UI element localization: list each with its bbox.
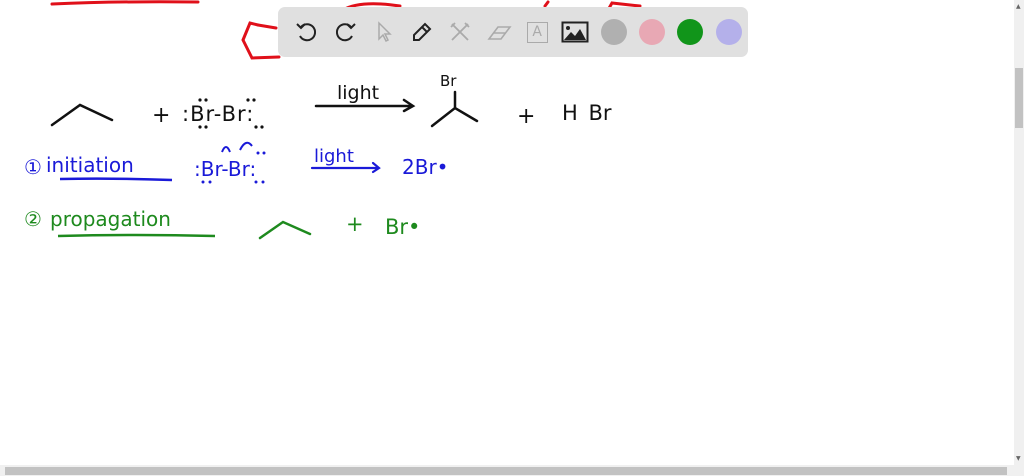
bromine-radicals: 2Br• [402,155,448,179]
whiteboard-canvas[interactable]: + :Br-Br: light Br + H Br ① initiation :… [0,0,1014,465]
pen-tool[interactable] [403,13,441,51]
initiation-label: initiation [46,153,134,177]
propagation-underline [57,233,216,238]
plus-sign: + [346,212,364,236]
pencil-icon [413,22,432,41]
eraser-tool[interactable] [480,13,518,51]
plus-sign: + [517,104,535,129]
main-reaction: + :Br-Br: light Br + H Br [50,72,612,129]
redo-button[interactable] [326,13,364,51]
vertical-scrollbar[interactable]: ▲ ▼ [1014,0,1024,465]
propane-skeletal-green [258,220,312,240]
bromine-molecule: :Br-Br: [182,102,254,126]
condition-light: light [337,82,379,104]
product-br-label: Br [440,72,457,90]
scroll-up-arrow-icon[interactable]: ▲ [1016,3,1021,10]
color-swatch-green [677,19,704,45]
cursor-icon [378,21,392,43]
propagation-step: ② propagation + Br• [24,207,420,240]
color-swatch-pink [639,19,666,45]
tools-icon [450,22,471,41]
scroll-down-arrow-icon[interactable]: ▼ [1016,455,1021,462]
color-pink[interactable] [633,13,671,51]
initiation-condition-light: light [314,146,354,167]
undo-button[interactable] [288,13,326,51]
scrollbar-corner [1014,465,1024,476]
propagation-label: propagation [50,207,171,231]
text-box-icon: A [526,21,548,43]
text-tool[interactable]: A [518,13,556,51]
image-icon [561,21,589,43]
step-number-2: ② [24,207,42,231]
initiation-step: ① initiation :Br-Br: light 2Br• [24,141,448,184]
tools-button[interactable] [441,13,479,51]
select-tool[interactable] [365,13,403,51]
color-swatch-gray [600,19,627,45]
initiation-underline [59,177,173,182]
bromine-radical: Br• [385,215,420,239]
color-green[interactable] [671,13,709,51]
color-gray[interactable] [595,13,633,51]
undo-icon [296,23,317,42]
propane-skeletal [50,103,114,127]
eraser-icon [487,26,512,40]
bromopropane-skeletal [430,90,479,128]
vertical-scroll-thumb[interactable] [1015,68,1023,128]
step-number-1: ① [24,155,42,179]
horizontal-scrollbar[interactable] [0,465,1014,476]
fishhook-arrows [221,141,253,153]
initiation-bromine-molecule: :Br-Br: [194,157,256,181]
horizontal-scroll-thumb[interactable] [5,467,1007,475]
redo-icon [336,23,357,42]
plus-sign: + [152,103,170,128]
hydrogen-bromide: H Br [562,101,612,125]
color-swatch-lavender [715,19,742,45]
image-tool[interactable] [556,13,594,51]
color-lavender[interactable] [710,13,748,51]
drawing-toolbar: A [278,7,748,57]
